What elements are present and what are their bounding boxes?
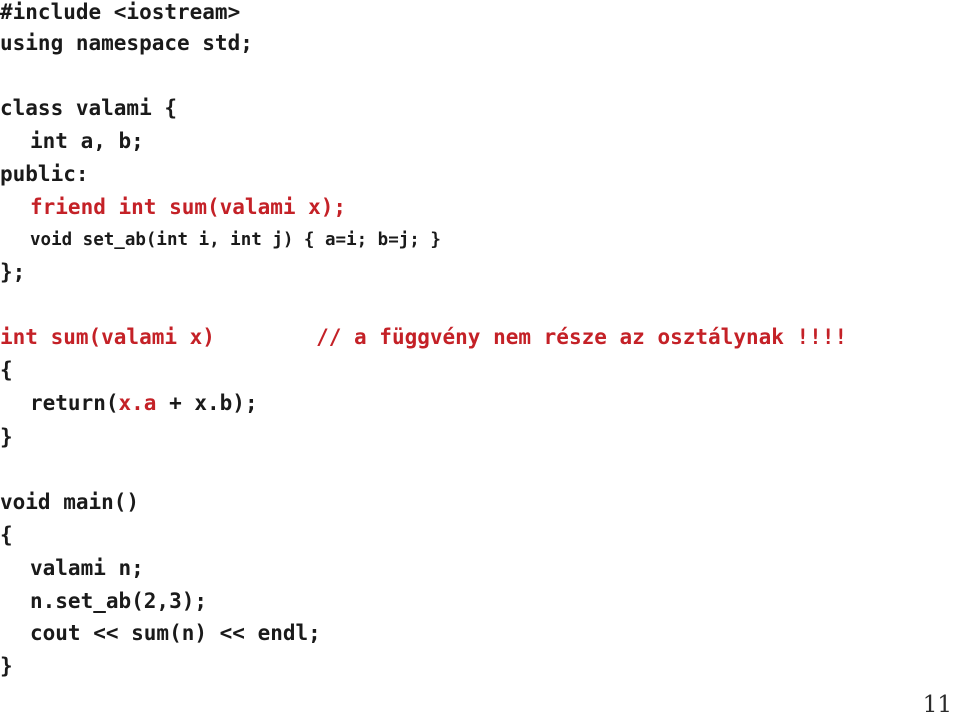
code-segment: } — [0, 425, 13, 449]
code-segment: } — [0, 654, 13, 678]
line-using-namespace: using namespace std; — [0, 33, 253, 54]
code-segment: x.a — [118, 391, 157, 415]
line-include: #include <iostream> — [0, 2, 240, 23]
code-segment: void main() — [0, 490, 140, 514]
line-main-open-brace: { — [0, 525, 13, 546]
line-void-main: void main() — [0, 492, 139, 513]
line-main-close-brace: } — [0, 656, 13, 677]
code-segment: }; — [0, 260, 26, 284]
code-segment: int sum(valami x) — [0, 325, 215, 349]
page-number: 11 — [922, 692, 952, 718]
line-sum-open-brace: { — [0, 360, 13, 381]
line-friend-declaration: friend int sum(valami x); — [0, 197, 346, 218]
code-segment: // a függvény nem része az osztálynak !!… — [316, 325, 848, 349]
code-segment: n.set_ab(2,3); — [30, 589, 208, 613]
code-segment: valami n; — [30, 556, 144, 580]
code-segment: class valami { — [0, 96, 178, 120]
code-segment: #include <iostream> — [0, 0, 241, 24]
code-segment: return( — [30, 391, 119, 415]
line-cout-sum: cout << sum(n) << endl; — [0, 623, 321, 644]
line-set-ab-method: void set_ab(int i, int j) { a=i; b=j; } — [0, 230, 441, 250]
line-call-set-ab: n.set_ab(2,3); — [0, 591, 207, 612]
code-segment: { — [0, 523, 13, 547]
line-sum-close-brace: } — [0, 427, 13, 448]
code-segment: public: — [0, 162, 89, 186]
line-sum-signature: int sum(valami x) // a függvény nem rész… — [0, 327, 847, 348]
line-members-int-a-b: int a, b; — [0, 131, 144, 152]
code-segment: { — [0, 358, 13, 382]
line-declare-n: valami n; — [0, 558, 144, 579]
code-segment: + x.b); — [156, 391, 258, 415]
code-segment: int a, b; — [30, 129, 144, 153]
slide-canvas: #include <iostream> using namespace std; c… — [0, 0, 960, 718]
code-segment: cout << sum(n) << endl; — [30, 621, 321, 645]
line-public: public: — [0, 164, 89, 185]
code-segment: friend int sum(valami x); — [30, 195, 347, 219]
line-class-close: }; — [0, 262, 25, 283]
line-sum-return: return(x.a + x.b); — [0, 393, 258, 414]
code-segment: void set_ab(int i, int j) { a=i; b=j; } — [30, 230, 441, 250]
code-segment: using namespace std; — [0, 31, 253, 55]
line-class-valami: class valami { — [0, 98, 177, 119]
